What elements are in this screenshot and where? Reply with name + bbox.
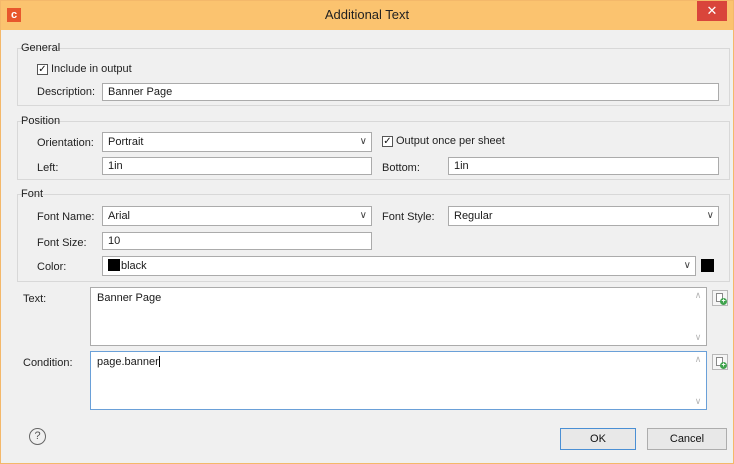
font-style-label: Font Style: [382, 211, 435, 223]
include-in-output-label: Include in output [51, 63, 132, 75]
include-in-output-checkbox[interactable]: ✓ [37, 64, 48, 75]
scroll-down-icon[interactable]: ∨ [691, 332, 705, 343]
font-style-select[interactable]: Regular ∨ [448, 206, 719, 226]
left-label: Left: [37, 162, 59, 174]
left-field[interactable]: 1in [102, 157, 372, 175]
condition-value: page.banner [97, 356, 159, 368]
general-group-label: General [21, 42, 61, 54]
chevron-down-icon: ∨ [359, 210, 367, 221]
font-style-value: Regular [454, 210, 493, 222]
dialog-title: Additional Text [324, 7, 410, 22]
title-bar[interactable]: c Additional Text ✕ [1, 1, 733, 30]
description-field[interactable]: Banner Page [102, 83, 719, 101]
font-group-label: Font [21, 188, 44, 200]
scroll-up-icon[interactable]: ∧ [691, 354, 705, 365]
color-picker-button[interactable] [701, 259, 714, 272]
ok-button[interactable]: OK [560, 428, 636, 450]
bottom-field[interactable]: 1in [448, 157, 719, 175]
bottom-label: Bottom: [382, 162, 420, 174]
scroll-up-icon[interactable]: ∧ [691, 290, 705, 301]
orientation-select[interactable]: Portrait ∨ [102, 132, 372, 152]
font-name-select[interactable]: Arial ∨ [102, 206, 372, 226]
font-name-value: Arial [108, 210, 131, 222]
condition-label: Condition: [23, 357, 73, 369]
scroll-down-icon[interactable]: ∨ [691, 396, 705, 407]
dialog-window: c Additional Text ✕ General ✓ Include in… [0, 0, 734, 464]
chevron-down-icon: ∨ [683, 260, 691, 271]
font-size-label: Font Size: [37, 237, 87, 249]
condition-area[interactable]: page.banner ∧ ∨ [90, 351, 707, 410]
output-once-checkbox[interactable]: ✓ [382, 136, 393, 147]
chevron-down-icon: ∨ [706, 210, 714, 221]
description-label: Description: [37, 86, 96, 98]
color-label: Color: [37, 261, 67, 273]
orientation-value: Portrait [108, 136, 144, 148]
orientation-label: Orientation: [37, 137, 94, 149]
text-value: Banner Page [97, 292, 162, 304]
position-group-label: Position [21, 115, 61, 127]
add-icon: + [720, 362, 727, 369]
font-name-label: Font Name: [37, 211, 95, 223]
cancel-button[interactable]: Cancel [647, 428, 727, 450]
add-icon: + [720, 298, 727, 305]
output-once-label: Output once per sheet [396, 135, 505, 147]
close-button[interactable]: ✕ [697, 1, 727, 21]
insert-text-variable-button[interactable]: + [712, 290, 728, 306]
font-size-field[interactable]: 10 [102, 232, 372, 250]
text-area[interactable]: Banner Page ∧ ∨ [90, 287, 707, 346]
color-value: black [121, 260, 147, 272]
color-select[interactable]: black ∨ [102, 256, 696, 276]
text-label: Text: [23, 293, 47, 305]
help-icon[interactable]: ? [29, 428, 46, 445]
text-caret [158, 356, 160, 367]
insert-condition-variable-button[interactable]: + [712, 354, 728, 370]
color-swatch-icon [108, 259, 120, 271]
chevron-down-icon: ∨ [359, 136, 367, 147]
